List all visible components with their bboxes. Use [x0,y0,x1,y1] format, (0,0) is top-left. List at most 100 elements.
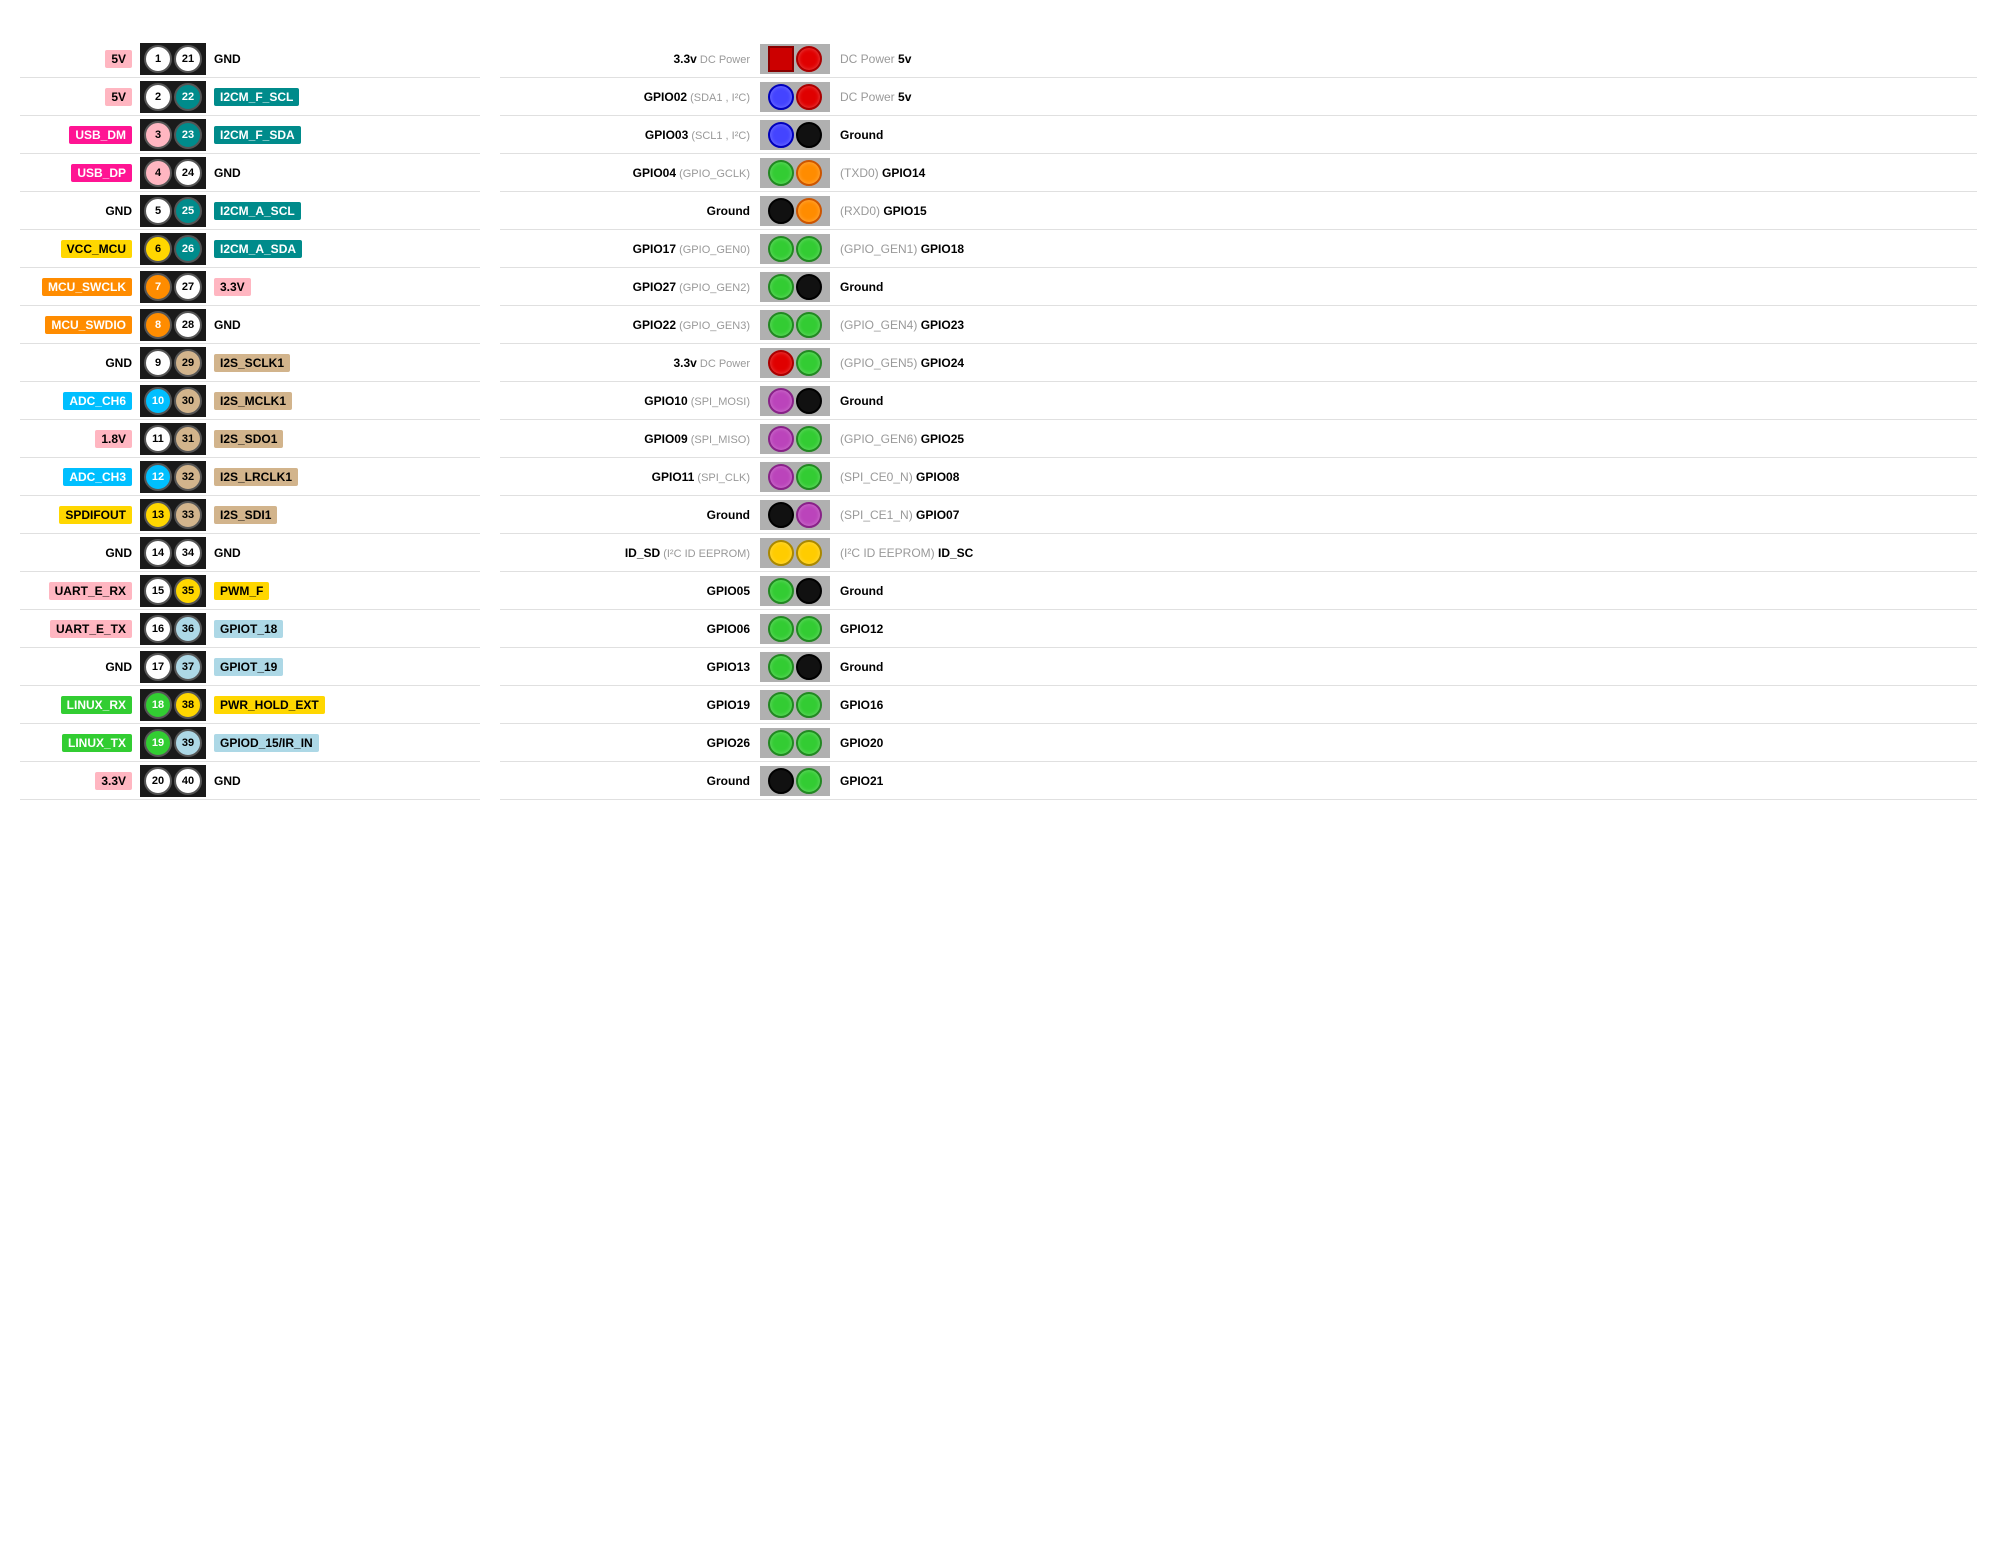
rpi4-row: Ground(SPI_CE1_N) GPIO07 [500,496,1977,534]
rpi4-row: Ground GPIO21 [500,762,1977,800]
rpi4-pins-col [760,120,830,150]
vim4-right-label: 3.3V [206,280,480,294]
rpi4-pin [768,274,794,300]
rpi4-pin [796,654,822,680]
vim4-right-label: GND [206,52,480,66]
vim4-pins: 1232 [140,461,206,493]
rpi4-pin [796,350,822,376]
vim4-row: LINUX_TX 1939 GPIOD_15/IR_IN [20,724,480,762]
rpi4-right-label: (TXD0) GPIO14 [830,166,1977,180]
vim4-right-label: GPIOD_15/IR_IN [206,736,480,750]
vim4-right-label: I2S_SDO1 [206,432,480,446]
vim4-pin: 14 [144,539,172,567]
vim4-right-label: PWM_F [206,584,480,598]
rpi4-row: GPIO05Ground [500,572,1977,610]
rpi4-row: GPIO22 (GPIO_GEN3)(GPIO_GEN4) GPIO23 [500,306,1977,344]
rpi4-right-label: GPIO21 [830,774,1977,788]
vim4-left-label: LINUX_TX [20,736,140,750]
rpi4-right-label: Ground [830,128,1977,142]
vim4-pin: 27 [174,273,202,301]
vim4-pin: 19 [144,729,172,757]
vim4-pin: 29 [174,349,202,377]
vim4-pin: 34 [174,539,202,567]
rpi4-right-label: (GPIO_GEN6) GPIO25 [830,432,1977,446]
vim4-right-label: I2CM_A_SDA [206,242,480,256]
vim4-pin: 23 [174,121,202,149]
rpi4-pins-col [760,44,830,74]
vim4-pins: 1737 [140,651,206,683]
rpi4-left-label: 3.3v DC Power [500,52,760,66]
rpi4-row: GPIO02 (SDA1 , I²C) DC Power 5v [500,78,1977,116]
rpi4-pin [796,122,822,148]
rpi4-left-label: GPIO02 (SDA1 , I²C) [500,90,760,104]
vim4-row: 5V121GND [20,40,480,78]
rpi4-pins-col [760,766,830,796]
vim4-row: UART_E_TX1636GPIOT_18 [20,610,480,648]
vim4-pin: 31 [174,425,202,453]
vim4-pin: 39 [174,729,202,757]
vim4-left-label: 1.8V [20,432,140,446]
rpi4-left-label: GPIO19 [500,698,760,712]
rpi4-left-label: GPIO27 (GPIO_GEN2) [500,280,760,294]
rpi4-pin [796,46,822,72]
rpi4-pin [768,464,794,490]
vim4-pin: 25 [174,197,202,225]
vim4-pin: 9 [144,349,172,377]
vim4-row: UART_E_RX1535PWM_F [20,572,480,610]
rpi4-right-label: (I²C ID EEPROM) ID_SC [830,546,1977,560]
rpi4-right-label: DC Power 5v [830,52,1977,66]
vim4-pins: 323 [140,119,206,151]
rpi4-pin [796,692,822,718]
rpi4-row: ID_SD (I²C ID EEPROM)(I²C ID EEPROM) ID_… [500,534,1977,572]
vim4-right-label: I2CM_A_SCL [206,204,480,218]
rpi4-pin [768,198,794,224]
vim4-right-label: GPIOT_18 [206,622,480,636]
content: 5V121GND5V222I2CM_F_SCLUSB_DM323I2CM_F_S… [20,40,1977,800]
rpi4-pin [768,616,794,642]
vim4-side: 5V121GND5V222I2CM_F_SCLUSB_DM323I2CM_F_S… [20,40,480,800]
vim4-pins: 525 [140,195,206,227]
rpi4-right-label: Ground [830,660,1977,674]
vim4-pins: 929 [140,347,206,379]
vim4-left-label: ADC_CH6 [20,394,140,408]
vim4-right-label: I2CM_F_SCL [206,90,480,104]
vim4-pin: 16 [144,615,172,643]
vim4-pins: 1131 [140,423,206,455]
rpi4-left-label: GPIO06 [500,622,760,636]
vim4-row: USB_DM323I2CM_F_SDA [20,116,480,154]
vim4-left-label: GND [20,356,140,370]
vim4-pins: 222 [140,81,206,113]
rpi4-right-label: GPIO20 [830,736,1977,750]
rpi4-pin [768,768,794,794]
vim4-pin: 18 [144,691,172,719]
vim4-row: GND1434GND [20,534,480,572]
vim4-left-label: GND [20,660,140,674]
rpi4-pins-col [760,82,830,112]
vim4-left-label: VCC_MCU [20,242,140,256]
rpi4-left-label: GPIO09 (SPI_MISO) [500,432,760,446]
rpi4-left-label: Ground [500,774,760,788]
rpi4-right-label: DC Power 5v [830,90,1977,104]
rpi4-left-label: GPIO03 (SCL1 , I²C) [500,128,760,142]
rpi4-pins-col [760,310,830,340]
rpi4-pin [768,540,794,566]
rpi4-right-label: (RXD0) GPIO15 [830,204,1977,218]
vim4-pins: 828 [140,309,206,341]
rpi4-pin [796,198,822,224]
rpi4-pin [768,236,794,262]
rpi4-left-label: GPIO11 (SPI_CLK) [500,470,760,484]
vim4-pin: 1 [144,45,172,73]
vim4-pins: 121 [140,43,206,75]
vim4-pin: 2 [144,83,172,111]
vim4-pin: 10 [144,387,172,415]
vim4-right-label: GND [206,546,480,560]
rpi4-pins-col [760,538,830,568]
rpi4-row: GPIO04 (GPIO_GCLK)(TXD0) GPIO14 [500,154,1977,192]
rpi4-pin [768,578,794,604]
vim4-pins: 1333 [140,499,206,531]
rpi4-pins-col [760,234,830,264]
vim4-left-label: SPDIFOUT [20,508,140,522]
rpi4-left-label: GPIO22 (GPIO_GEN3) [500,318,760,332]
rpi4-pin [796,388,822,414]
rpi4-row: 3.3v DC Power(GPIO_GEN5) GPIO24 [500,344,1977,382]
